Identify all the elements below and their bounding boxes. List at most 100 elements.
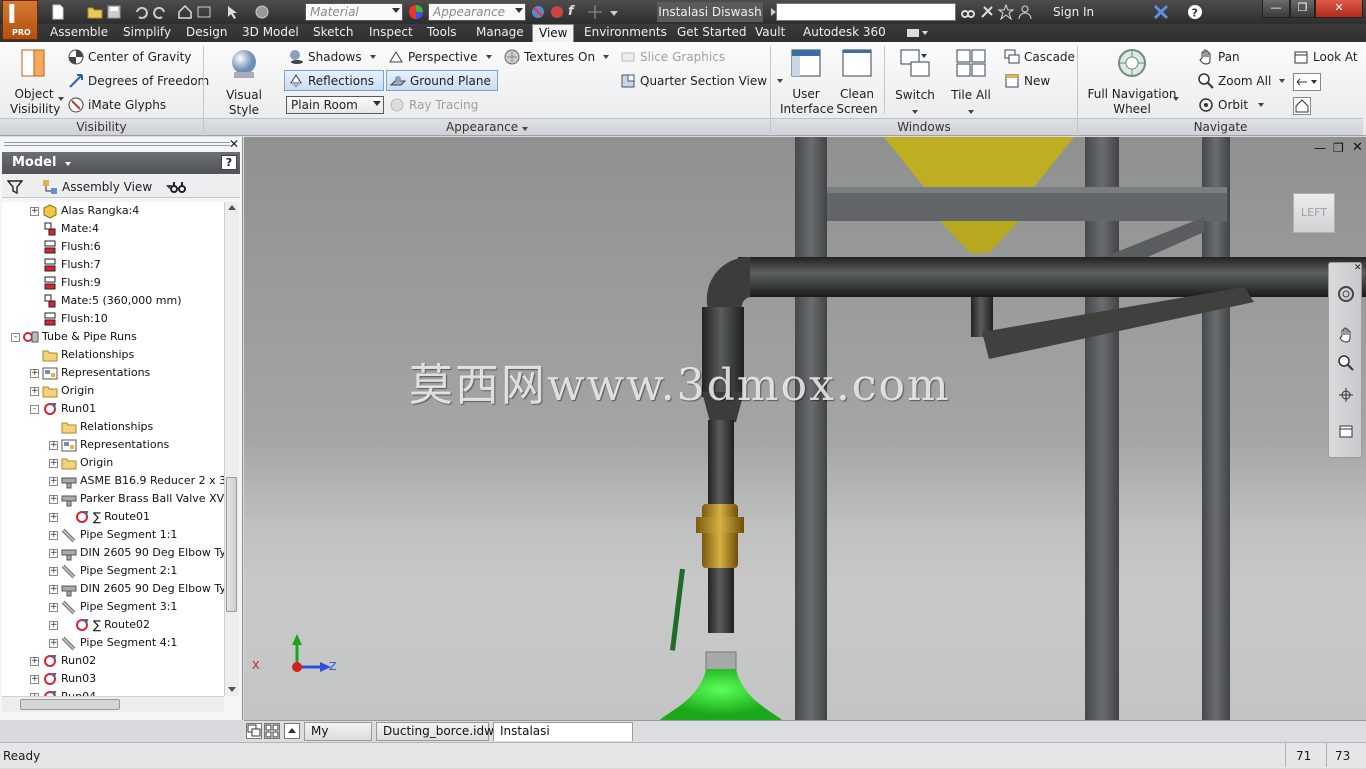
degrees-of-freedom-button[interactable]: Degrees of Freedom xyxy=(68,73,209,89)
document-tab[interactable]: Instalasi Diswash.iam⊗ xyxy=(493,722,633,755)
filter-icon[interactable] xyxy=(7,179,23,195)
textures-on-button[interactable]: Textures On xyxy=(504,49,610,65)
object-visibility-dropdown-icon[interactable] xyxy=(58,97,64,101)
tree-node[interactable]: + Pipe Segment 4:1 xyxy=(49,634,177,652)
color-override-icon[interactable] xyxy=(254,4,270,20)
expand-node-icon[interactable]: + xyxy=(49,458,58,468)
favorites-star-icon[interactable] xyxy=(998,4,1014,20)
tab-get-started[interactable]: Get Started xyxy=(671,24,753,42)
help-icon[interactable]: ? xyxy=(1187,4,1203,20)
application-menu-button[interactable]: I PRO xyxy=(2,0,38,40)
slice-graphics-button[interactable]: Slice Graphics xyxy=(620,49,725,65)
look-at-button[interactable]: Look At xyxy=(1293,49,1358,65)
tree-node[interactable]: + Representations xyxy=(49,436,169,454)
tab-autodesk-360[interactable]: Autodesk 360 xyxy=(797,24,892,42)
clear-appearance-icon[interactable] xyxy=(530,4,546,20)
tile-all-button[interactable]: Tile All xyxy=(950,48,992,118)
navbar-steering-wheel-icon[interactable] xyxy=(1337,285,1355,303)
tree-node[interactable]: + ∑ Route02 xyxy=(49,616,150,634)
tree-node[interactable]: + Origin xyxy=(49,454,113,472)
help-search-input[interactable] xyxy=(776,3,956,21)
expand-node-icon[interactable]: + xyxy=(49,476,58,486)
save-icon[interactable] xyxy=(106,4,122,20)
update-icon[interactable] xyxy=(196,4,212,20)
tab-view[interactable]: View xyxy=(532,24,575,42)
find-binoculars-icon[interactable] xyxy=(170,179,186,195)
imate-glyphs-button[interactable]: iMate Glyphs xyxy=(68,97,166,113)
expand-node-icon[interactable]: + xyxy=(30,656,39,666)
new-file-icon[interactable] xyxy=(50,4,66,20)
tree-node[interactable]: + DIN 2605 90 Deg Elbow Type xyxy=(49,580,224,598)
browser-close-icon[interactable]: ✕ xyxy=(229,137,239,151)
expand-node-icon[interactable]: + xyxy=(30,206,39,216)
minimize-window-button[interactable]: — xyxy=(1262,0,1290,18)
tab-design[interactable]: Design xyxy=(180,24,233,42)
tab-simplify[interactable]: Simplify xyxy=(117,24,177,42)
tree-node[interactable]: + Pipe Segment 1:1 xyxy=(49,526,177,544)
exchange-apps-icon[interactable] xyxy=(1153,4,1169,20)
perspective-button[interactable]: Perspective xyxy=(388,49,492,65)
tree-node[interactable]: Relationships xyxy=(49,418,153,436)
tab-sketch[interactable]: Sketch xyxy=(307,24,359,42)
tree-horizontal-scrollbar[interactable] xyxy=(2,696,224,712)
subscription-center-icon[interactable] xyxy=(979,4,995,20)
tree-node[interactable]: - Tube & Pipe Runs xyxy=(11,328,137,346)
expand-node-icon[interactable]: + xyxy=(49,530,58,540)
viewcube[interactable]: LEFT xyxy=(1293,193,1335,233)
reflections-button[interactable]: Reflections xyxy=(284,70,384,91)
shadows-button[interactable]: Shadows xyxy=(288,49,376,65)
close-window-button[interactable]: ✕ xyxy=(1315,0,1363,18)
tree-node[interactable]: + Parker Brass Ball Valve XV520 xyxy=(49,490,224,508)
tree-node[interactable]: - Run01 xyxy=(30,400,96,418)
graphics-viewport[interactable]: 莫西网www.3dmox.com X Z LEFT — ❐ ✕ xyxy=(244,137,1366,720)
tab-overflow-icon[interactable] xyxy=(905,25,928,41)
doc-tab-menu-icon[interactable] xyxy=(284,723,300,739)
lighting-style-dropdown[interactable]: Plain Room xyxy=(286,96,384,114)
tree-node[interactable]: Mate:5 (360,000 mm) xyxy=(30,292,182,310)
ray-tracing-button[interactable]: Ray Tracing xyxy=(389,97,478,113)
tree-node[interactable]: Mate:4 xyxy=(30,220,99,238)
tree-node[interactable]: + ∑ Route01 xyxy=(49,508,150,526)
expand-node-icon[interactable]: + xyxy=(49,494,58,504)
browser-header[interactable]: Model xyxy=(2,152,240,174)
viewport-minimize-icon[interactable]: — xyxy=(1314,141,1326,155)
tree-node[interactable]: + Origin xyxy=(30,382,94,400)
quarter-section-view-button[interactable]: Quarter Section View xyxy=(620,73,784,89)
document-tab[interactable]: My Home xyxy=(304,722,372,755)
expand-node-icon[interactable]: + xyxy=(49,566,58,576)
tab-inspect[interactable]: Inspect xyxy=(363,24,419,42)
parameters-fx-icon[interactable]: f xyxy=(568,4,584,20)
home-icon[interactable] xyxy=(177,4,193,20)
maximize-window-button[interactable]: ❐ xyxy=(1290,0,1315,18)
expand-node-icon[interactable]: + xyxy=(49,638,58,648)
tree-node[interactable]: + Run03 xyxy=(30,670,96,688)
tree-node[interactable]: Flush:10 xyxy=(30,310,108,328)
tree-scroll-thumb[interactable] xyxy=(226,477,237,612)
tab-assemble[interactable]: Assemble xyxy=(44,24,114,42)
tree-node[interactable]: + Run02 xyxy=(30,652,96,670)
expand-node-icon[interactable]: + xyxy=(30,386,39,396)
new-window-button[interactable]: New xyxy=(1004,73,1050,89)
viewport-close-icon[interactable]: ✕ xyxy=(1352,140,1363,155)
tree-node[interactable]: + ASME B16.9 Reducer 2 x 3/4 xyxy=(49,472,224,490)
expand-node-icon[interactable]: + xyxy=(30,368,39,378)
open-file-icon[interactable] xyxy=(87,4,103,20)
collapse-node-icon[interactable]: - xyxy=(30,404,39,414)
tree-hscroll-thumb[interactable] xyxy=(20,699,120,710)
tree-node[interactable]: +Run04 xyxy=(30,688,96,696)
tree-node[interactable]: + Pipe Segment 2:1 xyxy=(49,562,177,580)
expand-node-icon[interactable]: + xyxy=(49,548,58,558)
home-view-icon[interactable] xyxy=(1293,97,1311,115)
zoom-all-button[interactable]: Zoom All xyxy=(1198,73,1286,89)
orbit-button[interactable]: Orbit xyxy=(1198,97,1265,113)
object-visibility-button[interactable]: Object Visibility xyxy=(10,48,60,117)
clean-screen-button[interactable]: Clean Screen xyxy=(836,48,878,117)
navbar-pan-icon[interactable] xyxy=(1338,327,1354,343)
expand-node-icon[interactable]: + xyxy=(49,440,58,450)
view-face-dropdown-icon[interactable] xyxy=(1293,73,1321,91)
undo-icon[interactable] xyxy=(133,4,149,20)
measure-icon[interactable] xyxy=(587,4,603,20)
tree-node[interactable]: + Representations xyxy=(30,364,150,382)
full-navigation-wheel-button[interactable]: Full Navigation Wheel xyxy=(1086,48,1178,117)
sign-in-link[interactable]: Sign In xyxy=(1053,2,1094,22)
